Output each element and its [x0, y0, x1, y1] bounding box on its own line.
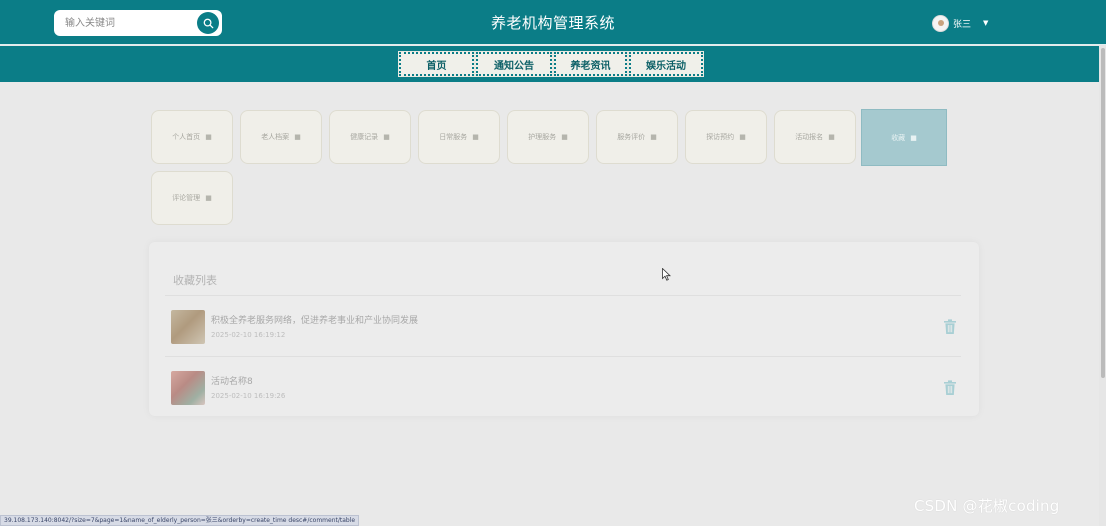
top-header: 养老机构管理系统 张三 ▼ [0, 0, 1106, 45]
user-center: 个人首页 ■ 老人档案 ■ 健康记录 ■ 日常服务 ■ 护理服务 ■ 服务评价 ■ 探访预约… [0, 82, 1106, 526]
favorite-thumbnail[interactable] [171, 310, 205, 344]
scrollbar-thumb[interactable] [1101, 48, 1105, 378]
tile-label: 老人档案 [261, 133, 290, 141]
nav-home[interactable]: 首页 [398, 51, 475, 77]
favorite-name[interactable]: 积极全养老服务网络，促进养老事业和产业协同发展 [211, 313, 418, 326]
favorites-panel: 收藏列表 积极全养老服务网络，促进养老事业和产业协同发展 2025-02-10 … [149, 242, 979, 416]
avatar[interactable] [932, 14, 949, 32]
lock-icon: ■ [205, 133, 212, 141]
caret-down-icon[interactable]: ▼ [983, 19, 988, 27]
mouse-cursor-icon [662, 268, 671, 281]
tile-nursing-service[interactable]: 护理服务 ■ [507, 110, 589, 164]
divider [165, 356, 961, 357]
tile-label: 探访预约 [706, 133, 735, 141]
tile-label: 个人首页 [172, 133, 201, 141]
divider [165, 295, 961, 296]
user-name[interactable]: 张三 [953, 17, 971, 30]
favorite-thumbnail[interactable] [171, 371, 205, 405]
lock-icon: ■ [828, 133, 835, 141]
favorite-item[interactable]: 活动名称8 2025-02-10 16:19:26 [171, 371, 961, 407]
tile-activity-signup[interactable]: 活动报名 ■ [774, 110, 856, 164]
nav-notices[interactable]: 通知公告 [475, 51, 553, 77]
tile-personal-home[interactable]: 个人首页 ■ [151, 110, 233, 164]
favorite-name[interactable]: 活动名称8 [211, 374, 253, 387]
status-bar-url: 39.108.173.140:8042/?size=7&page=1&name_… [0, 515, 360, 526]
trash-icon[interactable] [943, 319, 957, 335]
lock-icon: ■ [910, 133, 917, 142]
tile-label: 服务评价 [617, 133, 646, 141]
favorite-time: 2025-02-10 16:19:12 [211, 331, 286, 339]
nav-news[interactable]: 养老资讯 [553, 51, 628, 77]
main-nav: 首页 通知公告 养老资讯 娱乐活动 [0, 46, 1106, 82]
favorites-title: 收藏列表 [173, 274, 217, 287]
favorite-item[interactable]: 积极全养老服务网络，促进养老事业和产业协同发展 2025-02-10 16:19… [171, 310, 961, 346]
tile-label: 评论管理 [172, 194, 201, 202]
watermark: CSDN @花椒coding [914, 497, 1060, 515]
lock-icon: ■ [205, 194, 212, 202]
tile-elder-profile[interactable]: 老人档案 ■ [240, 110, 322, 164]
tile-health-records[interactable]: 健康记录 ■ [329, 110, 411, 164]
lock-icon: ■ [383, 133, 390, 141]
tile-label: 健康记录 [350, 133, 379, 141]
trash-icon[interactable] [943, 380, 957, 396]
lock-icon: ■ [294, 133, 301, 141]
tile-label: 活动报名 [795, 133, 824, 141]
lock-icon: ■ [472, 133, 479, 141]
tile-comment-manage[interactable]: 评论管理 ■ [151, 171, 233, 225]
lock-icon: ■ [650, 133, 657, 141]
tile-label: 收藏 [891, 133, 906, 142]
favorite-time: 2025-02-10 16:19:26 [211, 392, 286, 400]
tile-label: 护理服务 [528, 133, 557, 141]
nav-activities[interactable]: 娱乐活动 [628, 51, 704, 77]
lock-icon: ■ [561, 133, 568, 141]
user-menu[interactable]: 张三 ▼ [932, 14, 988, 32]
tile-favorites[interactable]: 收藏 ■ [861, 109, 947, 166]
tile-label: 日常服务 [439, 133, 468, 141]
tile-service-review[interactable]: 服务评价 ■ [596, 110, 678, 164]
tile-visit-booking[interactable]: 探访预约 ■ [685, 110, 767, 164]
lock-icon: ■ [739, 133, 746, 141]
tile-daily-service[interactable]: 日常服务 ■ [418, 110, 500, 164]
